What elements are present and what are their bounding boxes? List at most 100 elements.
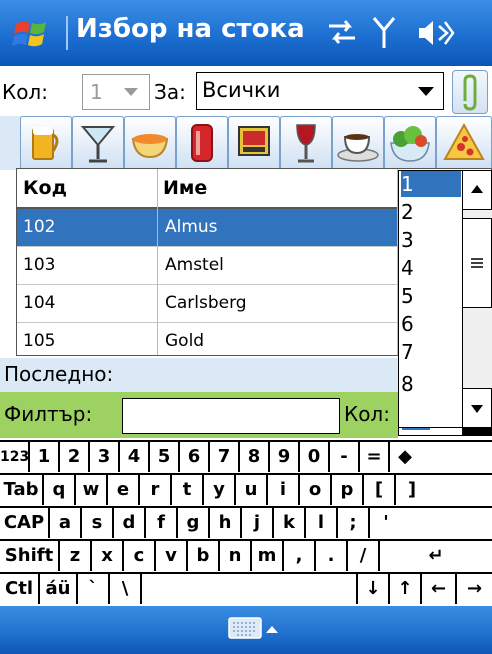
key[interactable]: g (178, 508, 210, 538)
key[interactable]: 4 (120, 442, 150, 472)
key[interactable]: e (108, 475, 140, 505)
cell-name: Carlsberg (165, 293, 247, 313)
key[interactable]: j (242, 508, 274, 538)
dropdown-option[interactable]: 1 (401, 171, 461, 197)
tab-key[interactable]: Tab (0, 475, 44, 505)
category-beer-button[interactable] (20, 116, 72, 170)
category-coffee-button[interactable] (332, 116, 384, 170)
key[interactable]: = (360, 442, 390, 472)
key[interactable]: k (274, 508, 306, 538)
key[interactable]: . (316, 541, 348, 571)
key[interactable]: ` (78, 574, 110, 604)
key[interactable]: h (210, 508, 242, 538)
key[interactable]: o (300, 475, 332, 505)
arrow-right-key[interactable]: → (457, 574, 492, 604)
filter-input[interactable] (122, 398, 340, 434)
scroll-up-button[interactable] (462, 170, 492, 210)
key[interactable]: 5 (150, 442, 180, 472)
grip-icon (471, 258, 483, 268)
dropdown-option[interactable]: 4 (401, 255, 461, 281)
key[interactable]: z (60, 541, 92, 571)
keyboard-row: Shift z x c v b n m , . / ↵ (0, 541, 492, 574)
key[interactable]: 1 (30, 442, 60, 472)
enter-key[interactable]: ↵ (380, 541, 492, 571)
key[interactable]: [ (364, 475, 396, 505)
category-wine-button[interactable] (280, 116, 332, 170)
ctrl-key[interactable]: Ctl (0, 574, 40, 604)
key[interactable]: 9 (270, 442, 300, 472)
key[interactable]: 2 (60, 442, 90, 472)
key[interactable]: 0 (300, 442, 330, 472)
last-label: Последно: (4, 362, 114, 386)
scroll-thumb[interactable] (462, 218, 492, 308)
key[interactable]: v (156, 541, 188, 571)
arrow-down-icon (471, 405, 483, 413)
arrow-down-key[interactable]: ↓ (358, 574, 390, 604)
key[interactable]: r (140, 475, 172, 505)
caps-key[interactable]: CAP (0, 508, 50, 538)
quantity-value: 1 (90, 80, 103, 104)
key[interactable]: 6 (180, 442, 210, 472)
key[interactable]: m (252, 541, 284, 571)
category-cocktail-button[interactable] (72, 116, 124, 170)
key[interactable]: 8 (240, 442, 270, 472)
category-tv-button[interactable] (228, 116, 280, 170)
backspace-key[interactable]: ◆ (390, 442, 420, 472)
dropdown-option[interactable]: 2 (401, 199, 461, 225)
key[interactable]: b (188, 541, 220, 571)
key[interactable]: - (330, 442, 360, 472)
column-header-name[interactable]: Име (157, 169, 397, 209)
key[interactable]: , (284, 541, 316, 571)
key[interactable]: w (76, 475, 108, 505)
category-pizza-button[interactable] (436, 116, 492, 170)
windows-flag-icon[interactable] (12, 14, 56, 54)
cell-code: 105 (23, 331, 56, 351)
arrow-up-key[interactable]: ↑ (390, 574, 422, 604)
category-soup-button[interactable] (124, 116, 176, 170)
key[interactable]: ; (338, 508, 370, 538)
key[interactable]: t (172, 475, 204, 505)
key[interactable]: ] (396, 475, 428, 505)
accent-key[interactable]: áü (40, 574, 78, 604)
dropdown-option[interactable]: 5 (401, 283, 461, 309)
input-selector-arrow-icon[interactable] (266, 626, 278, 633)
key[interactable]: n (220, 541, 252, 571)
key[interactable]: ' (370, 508, 402, 538)
key[interactable]: \ (110, 574, 142, 604)
category-salad-button[interactable] (384, 116, 436, 170)
shift-key[interactable]: Shift (0, 541, 60, 571)
category-soda-button[interactable] (176, 116, 228, 170)
cell-code: 103 (23, 255, 56, 275)
key[interactable]: 3 (90, 442, 120, 472)
dropdown-option[interactable]: 6 (401, 311, 461, 337)
dropdown-option[interactable]: 7 (401, 339, 461, 365)
key[interactable]: / (348, 541, 380, 571)
arrow-left-key[interactable]: ← (422, 574, 457, 604)
dropdown-option[interactable]: 8 (401, 371, 461, 397)
space-key[interactable] (142, 574, 358, 604)
key[interactable]: p (332, 475, 364, 505)
signal-icon[interactable] (370, 14, 398, 50)
cell-code: 104 (23, 293, 56, 313)
sync-icon[interactable] (325, 16, 359, 48)
column-header-code[interactable]: Код (17, 169, 157, 209)
key[interactable]: c (124, 541, 156, 571)
key[interactable]: s (82, 508, 114, 538)
filter-label: Филтър: (4, 402, 93, 426)
dropdown-option[interactable]: 3 (401, 227, 461, 253)
key[interactable]: f (146, 508, 178, 538)
key[interactable]: l (306, 508, 338, 538)
keyboard-icon[interactable] (228, 617, 262, 639)
key[interactable]: i (268, 475, 300, 505)
key-123[interactable]: 123 (0, 442, 30, 472)
key[interactable]: u (236, 475, 268, 505)
key[interactable]: a (50, 508, 82, 538)
key[interactable]: q (44, 475, 76, 505)
scroll-down-button[interactable] (462, 388, 492, 428)
attach-button[interactable] (452, 70, 488, 114)
key[interactable]: x (92, 541, 124, 571)
key[interactable]: y (204, 475, 236, 505)
key[interactable]: d (114, 508, 146, 538)
volume-icon[interactable] (415, 16, 455, 50)
key[interactable]: 7 (210, 442, 240, 472)
